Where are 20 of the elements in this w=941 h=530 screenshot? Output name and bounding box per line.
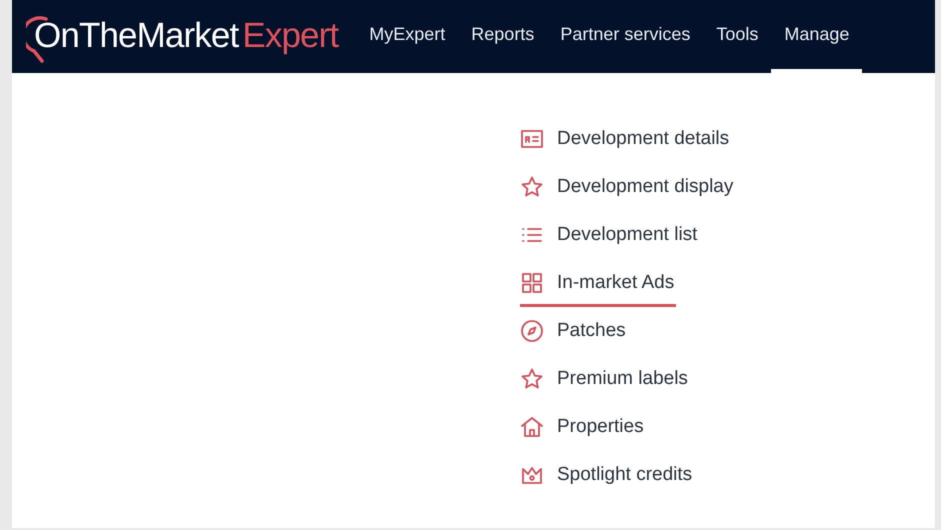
menu-item[interactable]: Patches: [520, 307, 628, 355]
logo[interactable]: OnTheMarketExpert: [26, 10, 338, 63]
menu-item[interactable]: Premium labels: [520, 355, 690, 403]
grid-icon: [520, 271, 544, 295]
house-icon: [520, 415, 544, 439]
nav-tab[interactable]: Tools: [703, 0, 772, 73]
menu-item[interactable]: Development list: [520, 211, 700, 259]
menu-item[interactable]: Development display: [520, 163, 736, 211]
star-icon: [520, 367, 544, 391]
menu-item[interactable]: Properties: [520, 403, 646, 451]
menu-item[interactable]: In-market Ads: [520, 259, 676, 307]
nav-tab[interactable]: Manage: [771, 0, 862, 73]
menu-item[interactable]: Development details: [520, 115, 732, 163]
menu-item[interactable]: Spotlight credits: [520, 451, 694, 499]
nav-tab[interactable]: MyExpert: [356, 0, 458, 73]
compass-icon: [520, 319, 544, 343]
id-card-icon: [520, 127, 544, 151]
nav-tab[interactable]: Partner services: [547, 0, 704, 73]
star-icon: [520, 175, 544, 199]
nav-tab[interactable]: Reports: [458, 0, 548, 73]
